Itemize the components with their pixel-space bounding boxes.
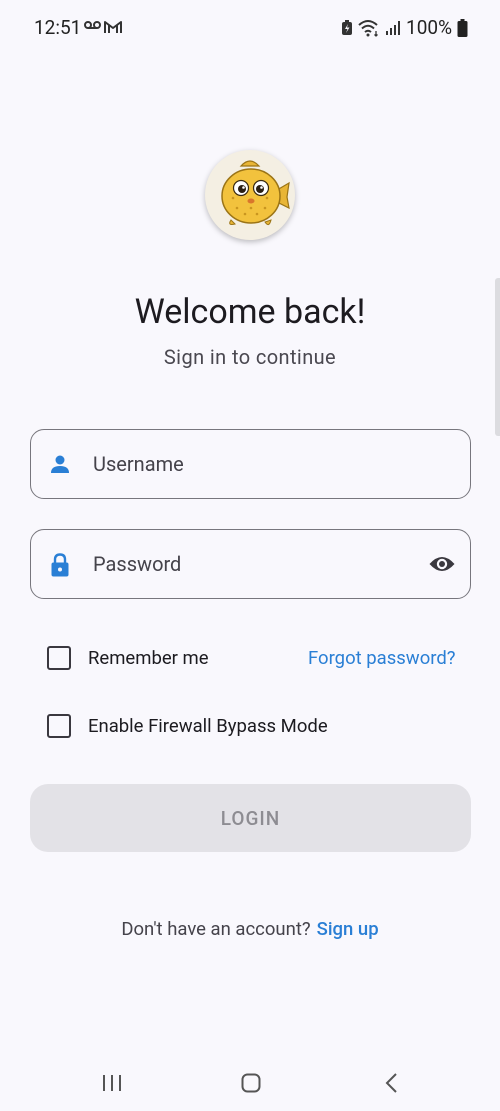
signup-link[interactable]: Sign up — [317, 918, 379, 940]
battery-percent: 100% — [406, 16, 452, 39]
status-time: 12:51 — [34, 16, 82, 39]
voicemail-icon — [84, 21, 101, 29]
firewall-bypass-label: Enable Firewall Bypass Mode — [88, 715, 328, 737]
status-bar: 12:51 100% — [0, 0, 500, 56]
eye-icon[interactable] — [428, 553, 456, 575]
firewall-bypass-checkbox[interactable] — [47, 714, 71, 738]
username-input[interactable] — [93, 430, 413, 498]
username-field[interactable] — [30, 429, 471, 499]
battery-saver-icon — [342, 19, 353, 35]
signup-row: Don't have an account? Sign up — [0, 918, 500, 940]
login-button[interactable]: LOGIN — [30, 784, 471, 852]
person-icon — [51, 455, 69, 473]
login-screen: 12:51 100% Welcome back! Sign in to cont… — [0, 0, 500, 1111]
back-icon[interactable] — [384, 1072, 398, 1094]
gmail-icon — [104, 21, 122, 33]
signup-prompt: Don't have an account? — [121, 918, 311, 940]
pufferfish-logo-icon — [221, 160, 290, 226]
navigation-bar — [0, 1051, 500, 1111]
home-icon[interactable] — [241, 1073, 261, 1093]
status-right: 100% — [341, 16, 468, 39]
page-title: Welcome back! — [134, 292, 366, 332]
lock-icon — [51, 553, 69, 577]
page-subtitle: Sign in to continue — [163, 345, 337, 369]
forgot-password-link[interactable]: Forgot password? — [308, 647, 456, 669]
password-input[interactable] — [93, 530, 413, 598]
wifi-icon — [358, 19, 379, 37]
signal-icon — [386, 20, 401, 35]
recent-apps-icon[interactable] — [101, 1074, 123, 1092]
app-logo — [205, 150, 295, 240]
password-field[interactable] — [30, 529, 471, 599]
remember-me-checkbox[interactable] — [47, 646, 71, 670]
battery-icon — [457, 18, 468, 37]
remember-me-label: Remember me — [88, 647, 209, 669]
